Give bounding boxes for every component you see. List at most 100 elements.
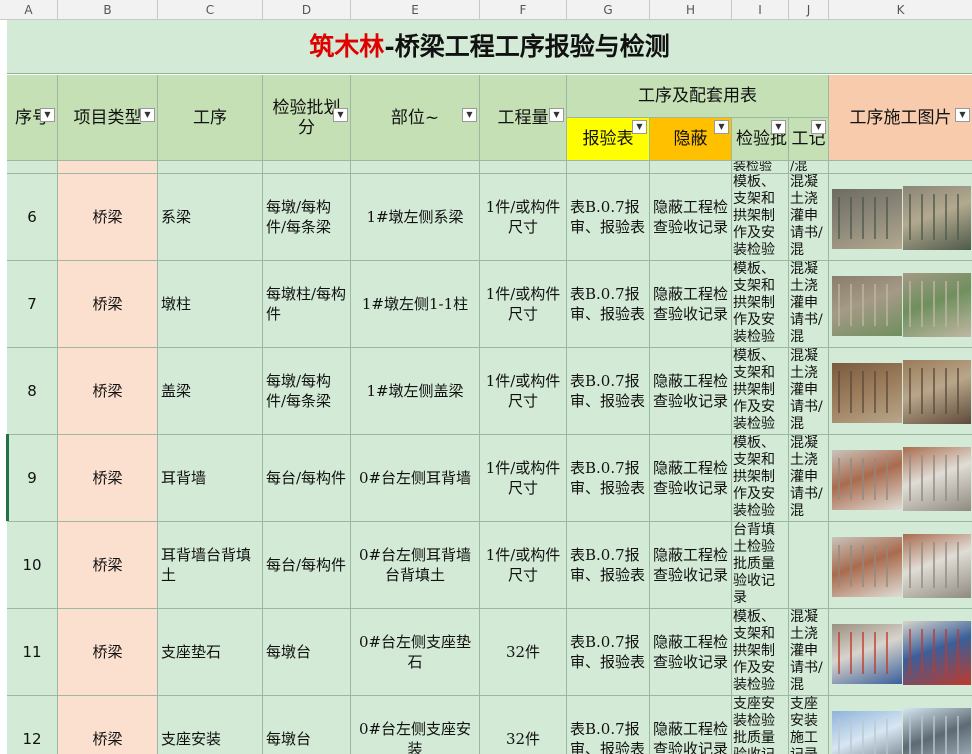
cell-inspection-form[interactable]: 表B.0.7报审、报验表 xyxy=(567,174,650,261)
partial-cell[interactable] xyxy=(829,161,972,174)
cell-project-type[interactable]: 桥梁 xyxy=(58,696,158,754)
partial-cell[interactable] xyxy=(351,161,480,174)
cell-seq[interactable]: 10 xyxy=(7,522,58,609)
cell-batch-check[interactable]: 模板、支架和拱架制作及安装检验 xyxy=(732,609,789,696)
cell-location[interactable]: 0#台左侧耳背墙 xyxy=(351,435,480,522)
header-location[interactable]: 部位~ ▼ xyxy=(351,75,480,161)
cell-location[interactable]: 0#台左侧支座安装 xyxy=(351,696,480,754)
cell-location[interactable]: 1#墩左侧系梁 xyxy=(351,174,480,261)
header-process[interactable]: 工序 xyxy=(158,75,263,161)
cell-project-type[interactable]: 桥梁 xyxy=(58,261,158,348)
cell-quantity[interactable]: 1件/或构件尺寸 xyxy=(480,435,567,522)
cell-quantity[interactable]: 1件/或构件尺寸 xyxy=(480,174,567,261)
cell-work-record[interactable]: 混凝土浇灌申请书/混 xyxy=(789,261,829,348)
cell-inspection-form[interactable]: 表B.0.7报审、报验表 xyxy=(567,261,650,348)
header-photos[interactable]: 工序施工图片 ▼ xyxy=(829,75,972,161)
partial-cell[interactable] xyxy=(7,161,58,174)
filter-dropdown-icon[interactable]: ▼ xyxy=(771,120,786,134)
column-header-j[interactable]: J xyxy=(789,0,829,20)
cell-batch-check[interactable]: 支座安装检验批质量验收记录 xyxy=(732,696,789,754)
header-batch-check[interactable]: 检验批 ▼ xyxy=(732,118,789,161)
header-forms-group[interactable]: 工序及配套用表 xyxy=(567,75,829,118)
cell-photos[interactable] xyxy=(829,261,972,348)
column-header-c[interactable]: C xyxy=(158,0,263,20)
column-header-g[interactable]: G xyxy=(567,0,650,20)
filter-dropdown-icon[interactable]: ▼ xyxy=(549,108,564,122)
header-work-record[interactable]: 工记 ▼ xyxy=(789,118,829,161)
cell-location[interactable]: 0#台左侧耳背墙台背填土 xyxy=(351,522,480,609)
cell-seq[interactable]: 12 xyxy=(7,696,58,754)
cell-process[interactable]: 耳背墙台背填土 xyxy=(158,522,263,609)
column-header-a[interactable]: A xyxy=(0,0,58,20)
cell-seq[interactable]: 11 xyxy=(7,609,58,696)
cell-process[interactable]: 系梁 xyxy=(158,174,263,261)
cell-quantity[interactable]: 32件 xyxy=(480,696,567,754)
construction-photo[interactable] xyxy=(903,621,971,685)
construction-photo[interactable] xyxy=(903,273,971,337)
cell-work-record[interactable]: 混凝土浇灌申请书/混 xyxy=(789,174,829,261)
construction-photo[interactable] xyxy=(832,189,902,249)
cell-project-type[interactable]: 桥梁 xyxy=(58,609,158,696)
cell-batch-check[interactable]: 模板、支架和拱架制作及安装检验 xyxy=(732,261,789,348)
column-header-h[interactable]: H xyxy=(650,0,732,20)
cell-work-record[interactable]: 混凝土浇灌申请书/混 xyxy=(789,609,829,696)
cell-batch-check[interactable]: 模板、支架和拱架制作及安装检验 xyxy=(732,435,789,522)
filter-dropdown-icon[interactable]: ▼ xyxy=(40,108,55,122)
cell-batch-check[interactable]: 模板、支架和拱架制作及安装检验 xyxy=(732,174,789,261)
cell-inspection-form[interactable]: 表B.0.7报审、报验表 xyxy=(567,435,650,522)
construction-photo[interactable] xyxy=(832,450,902,510)
cell-process[interactable]: 耳背墙 xyxy=(158,435,263,522)
cell-seq[interactable]: 6 xyxy=(7,174,58,261)
cell-inspection-form[interactable]: 表B.0.7报审、报验表 xyxy=(567,609,650,696)
cell-concealed[interactable]: 隐蔽工程检查验收记录 xyxy=(650,435,732,522)
cell-work-record[interactable]: 混凝土浇灌申请书/混 xyxy=(789,348,829,435)
partial-cell[interactable] xyxy=(567,161,650,174)
cell-concealed[interactable]: 隐蔽工程检查验收记录 xyxy=(650,522,732,609)
cell-photos[interactable] xyxy=(829,522,972,609)
cell-batch[interactable]: 每墩/每构件/每条梁 xyxy=(263,174,351,261)
cell-location[interactable]: 0#台左侧支座垫石 xyxy=(351,609,480,696)
cell-photos[interactable] xyxy=(829,609,972,696)
column-header-e[interactable]: E xyxy=(351,0,480,20)
cell-location[interactable]: 1#墩左侧盖梁 xyxy=(351,348,480,435)
cell-quantity[interactable]: 1件/或构件尺寸 xyxy=(480,522,567,609)
header-inspection-form[interactable]: 报验表 ▼ xyxy=(567,118,650,161)
cell-process[interactable]: 墩柱 xyxy=(158,261,263,348)
header-seq[interactable]: 序号 ▼ xyxy=(7,75,58,161)
partial-cell[interactable] xyxy=(58,161,158,174)
cell-inspection-form[interactable]: 表B.0.7报审、报验表 xyxy=(567,696,650,754)
header-concealed[interactable]: 隐蔽 ▼ xyxy=(650,118,732,161)
cell-seq[interactable]: 7 xyxy=(7,261,58,348)
cell-inspection-form[interactable]: 表B.0.7报审、报验表 xyxy=(567,348,650,435)
construction-photo[interactable] xyxy=(832,624,902,684)
construction-photo[interactable] xyxy=(832,537,902,597)
construction-photo[interactable] xyxy=(832,711,902,754)
column-header-i[interactable]: I xyxy=(732,0,789,20)
column-header-d[interactable]: D xyxy=(263,0,351,20)
cell-concealed[interactable]: 隐蔽工程检查验收记录 xyxy=(650,348,732,435)
cell-concealed[interactable]: 隐蔽工程检查验收记录 xyxy=(650,174,732,261)
cell-batch[interactable]: 每台/每构件 xyxy=(263,522,351,609)
cell-photos[interactable] xyxy=(829,696,972,754)
header-quantity[interactable]: 工程量 ▼ xyxy=(480,75,567,161)
cell-photos[interactable] xyxy=(829,348,972,435)
cell-project-type[interactable]: 桥梁 xyxy=(58,522,158,609)
cell-work-record[interactable]: 混凝土浇灌申请书/混 xyxy=(789,435,829,522)
cell-work-record[interactable] xyxy=(789,522,829,609)
cell-batch[interactable]: 每台/每构件 xyxy=(263,435,351,522)
cell-batch[interactable]: 每墩台 xyxy=(263,609,351,696)
cell-batch[interactable]: 每墩/每构件/每条梁 xyxy=(263,348,351,435)
cell-process[interactable]: 支座垫石 xyxy=(158,609,263,696)
column-header-b[interactable]: B xyxy=(58,0,158,20)
construction-photo[interactable] xyxy=(832,363,902,423)
sheet-title[interactable]: 筑木林-桥梁工程工序报验与检测 xyxy=(7,20,972,74)
cell-photos[interactable] xyxy=(829,435,972,522)
cell-project-type[interactable]: 桥梁 xyxy=(58,174,158,261)
filter-dropdown-icon[interactable]: ▼ xyxy=(955,108,970,122)
cell-inspection-form[interactable]: 表B.0.7报审、报验表 xyxy=(567,522,650,609)
filter-dropdown-icon[interactable]: ▼ xyxy=(632,120,647,134)
filter-dropdown-icon[interactable]: ▼ xyxy=(714,120,729,134)
construction-photo[interactable] xyxy=(903,360,971,424)
construction-photo[interactable] xyxy=(903,708,971,754)
filter-dropdown-icon[interactable]: ▼ xyxy=(811,120,826,134)
